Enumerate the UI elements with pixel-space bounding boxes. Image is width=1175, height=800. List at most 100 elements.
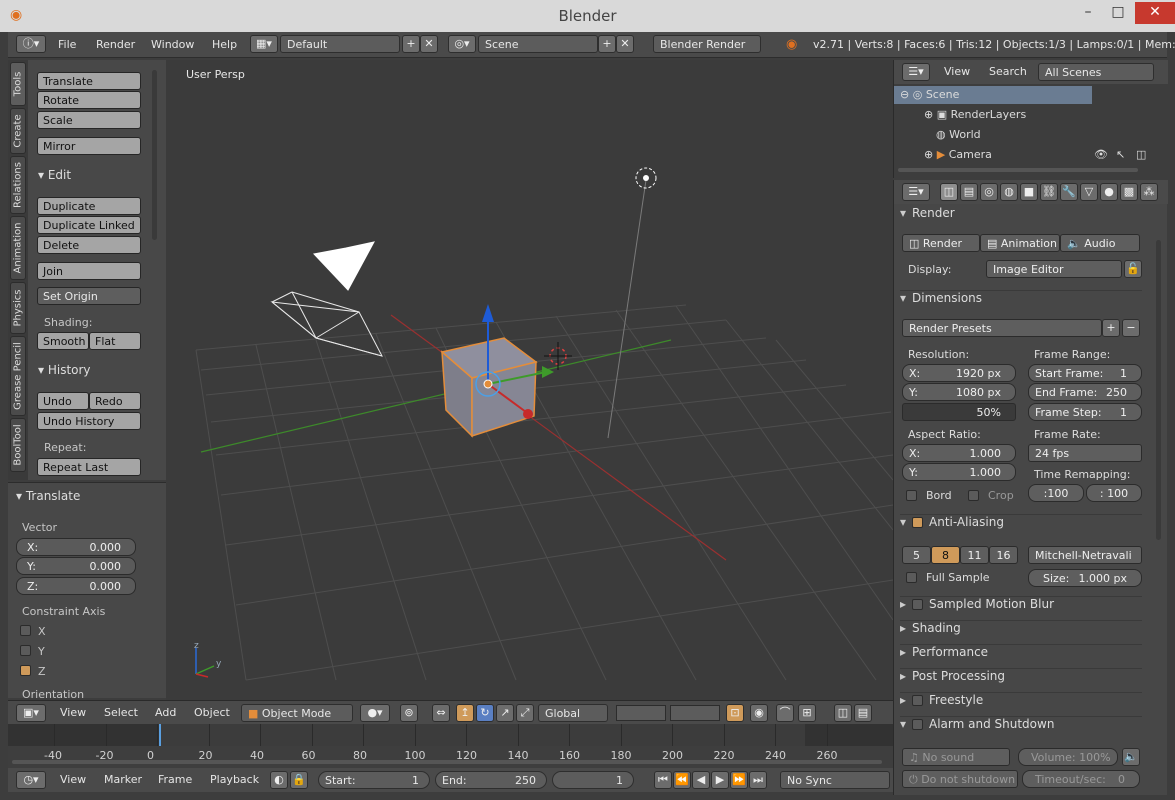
delete-button[interactable]: Delete [37,236,141,254]
menu-render[interactable]: Render [96,38,135,51]
tab-tools[interactable]: Tools [10,62,26,106]
minimize-button[interactable]: – [1073,2,1103,24]
vp-menu-add[interactable]: Add [155,706,176,719]
scene-field[interactable]: Scene [478,35,598,53]
frame-rate-dropdown[interactable]: 24 fps [1028,444,1142,462]
lock-icon[interactable]: 🔒 [290,771,308,789]
end-frame-field[interactable]: End: 250 [435,771,547,789]
anti-aliasing-checkbox[interactable] [912,517,923,528]
snap-icon[interactable]: ⌒ [776,704,794,722]
normal-manipulator-icon[interactable]: ⤢ [516,704,534,722]
outliner-row-renderlayers[interactable]: ⊕ ▣ RenderLayers [920,106,1090,124]
material-context-icon[interactable]: ● [1100,183,1118,201]
scale-button[interactable]: Scale [37,111,141,129]
camera-object[interactable] [270,241,383,357]
start-frame-field[interactable]: Start Frame: 1 [1028,364,1142,382]
jump-key-forward-icon[interactable]: ⏩ [730,771,748,789]
resolution-y-field[interactable]: Y: 1080 px [902,383,1016,401]
tl-menu-view[interactable]: View [60,773,86,786]
manipulator-toggle-icon[interactable]: ⇔ [432,704,450,722]
history-section-header[interactable]: ▾ History [38,363,91,377]
outliner-row-camera[interactable]: ⊕ ▶ Camera [920,146,1090,164]
tab-physics[interactable]: Physics [10,282,26,334]
alarm-shutdown-panel[interactable]: ▾ Alarm and Shutdown [900,716,1142,738]
world-context-icon[interactable]: ◍ [1000,183,1018,201]
3d-view-editor-icon[interactable]: ▣▾ [16,704,46,722]
axis-y-checkbox[interactable] [20,645,31,656]
vp-menu-select[interactable]: Select [104,706,138,719]
pivot-point-icon[interactable]: ⊚ [400,704,418,722]
outliner-editor-icon[interactable]: ☰▾ [902,63,930,81]
outliner-filter-dropdown[interactable]: All Scenes [1038,63,1154,81]
current-frame-field[interactable]: 1 [552,771,634,789]
preset-remove-icon[interactable]: − [1122,319,1140,337]
dimensions-panel-header[interactable]: ▾ Dimensions [900,290,1142,312]
sync-dropdown[interactable]: No Sync [780,771,890,789]
outliner-row-scene[interactable]: ⊖ ◎ Scene [894,86,1092,104]
resolution-x-field[interactable]: X: 1920 px [902,364,1016,382]
edit-section-header[interactable]: ▾ Edit [38,168,71,182]
repeat-last-button[interactable]: Repeat Last [37,458,141,476]
anti-aliasing-panel-header[interactable]: ▾ Anti-Aliasing [900,514,1142,536]
freestyle-panel[interactable]: ▸ Freestyle [900,692,1142,714]
timeline-editor-icon[interactable]: ◷▾ [16,771,46,789]
freestyle-checkbox[interactable] [912,695,923,706]
join-button[interactable]: Join [37,262,141,280]
timeout-field[interactable]: Timeout/sec: 0 [1022,770,1140,788]
aspect-x-field[interactable]: X: 1.000 [902,444,1016,462]
alarm-checkbox[interactable] [912,719,923,730]
menu-window[interactable]: Window [151,38,194,51]
play-reverse-icon[interactable]: ◀ [692,771,710,789]
frame-step-field[interactable]: Frame Step: 1 [1028,403,1142,421]
aa-sample-5[interactable]: 5 [902,546,931,564]
render-presets-dropdown[interactable]: Render Presets [902,319,1102,337]
render-still-icon[interactable]: ◫ [834,704,852,722]
axis-z-checkbox[interactable] [20,665,31,676]
render-camera-icon[interactable]: ◫ [1136,148,1146,161]
render-context-icon[interactable]: ◫ [940,183,958,201]
set-origin-dropdown[interactable]: Set Origin [37,287,141,305]
scene-add-icon[interactable]: + [598,35,616,53]
volume-field[interactable]: Volume: 100% [1018,748,1118,766]
texture-context-icon[interactable]: ▩ [1120,183,1138,201]
object-context-icon[interactable]: ■ [1020,183,1038,201]
layout-remove-icon[interactable]: ✕ [420,35,438,53]
current-frame-indicator[interactable] [159,724,161,746]
orientation-dropdown[interactable]: Global [538,704,608,722]
shutdown-dropdown[interactable]: ⏻ Do not shutdown [902,770,1018,788]
translate-button[interactable]: Translate [37,72,141,90]
motion-blur-checkbox[interactable] [912,599,923,610]
properties-scrollbar[interactable] [1156,240,1161,540]
vector-z-field[interactable]: Z: 0.000 [16,577,136,595]
jump-end-icon[interactable]: ⏭ [749,771,767,789]
maximize-button[interactable]: □ [1103,2,1133,24]
proportional-edit-icon[interactable]: ◉ [750,704,768,722]
render-engine-dropdown[interactable]: Blender Render [653,35,761,53]
tab-grease-pencil[interactable]: Grease Pencil [10,336,26,416]
constraints-context-icon[interactable]: ⛓ [1040,183,1058,201]
resolution-percentage-slider[interactable]: 50% [902,403,1016,421]
tl-menu-frame[interactable]: Frame [158,773,192,786]
mirror-button[interactable]: Mirror [37,137,141,155]
audio-button[interactable]: 🔈 Audio [1060,234,1140,252]
rotate-manipulator-icon[interactable]: ↻ [476,704,494,722]
border-checkbox[interactable] [906,490,917,501]
layer-buttons[interactable] [616,705,666,721]
outliner-row-world[interactable]: ◍ World [932,126,1092,144]
rotate-button[interactable]: Rotate [37,91,141,109]
translate-operator-header[interactable]: ▾ Translate [16,489,80,503]
lamp-object[interactable] [635,167,657,189]
duplicate-button[interactable]: Duplicate [37,197,141,215]
selectable-arrow-icon[interactable]: ↖ [1116,148,1125,161]
properties-editor-icon[interactable]: ☰▾ [902,183,930,201]
animation-button[interactable]: ▤ Animation [980,234,1060,252]
timeline[interactable]: -40 -20 0 20 40 60 80 100 120 140 160 180 200 220 240 2… [8,724,893,768]
aa-sample-8[interactable]: 8 [931,546,960,564]
visibility-eye-icon[interactable]: 👁 [1094,148,1108,161]
axis-x-checkbox[interactable] [20,625,31,636]
post-processing-panel[interactable]: ▸ Post Processing [900,668,1142,690]
outliner-hscrollbar[interactable] [898,168,1138,172]
vp-menu-object[interactable]: Object [194,706,230,719]
tab-create[interactable]: Create [10,108,26,154]
close-button[interactable]: ✕ [1135,2,1175,24]
